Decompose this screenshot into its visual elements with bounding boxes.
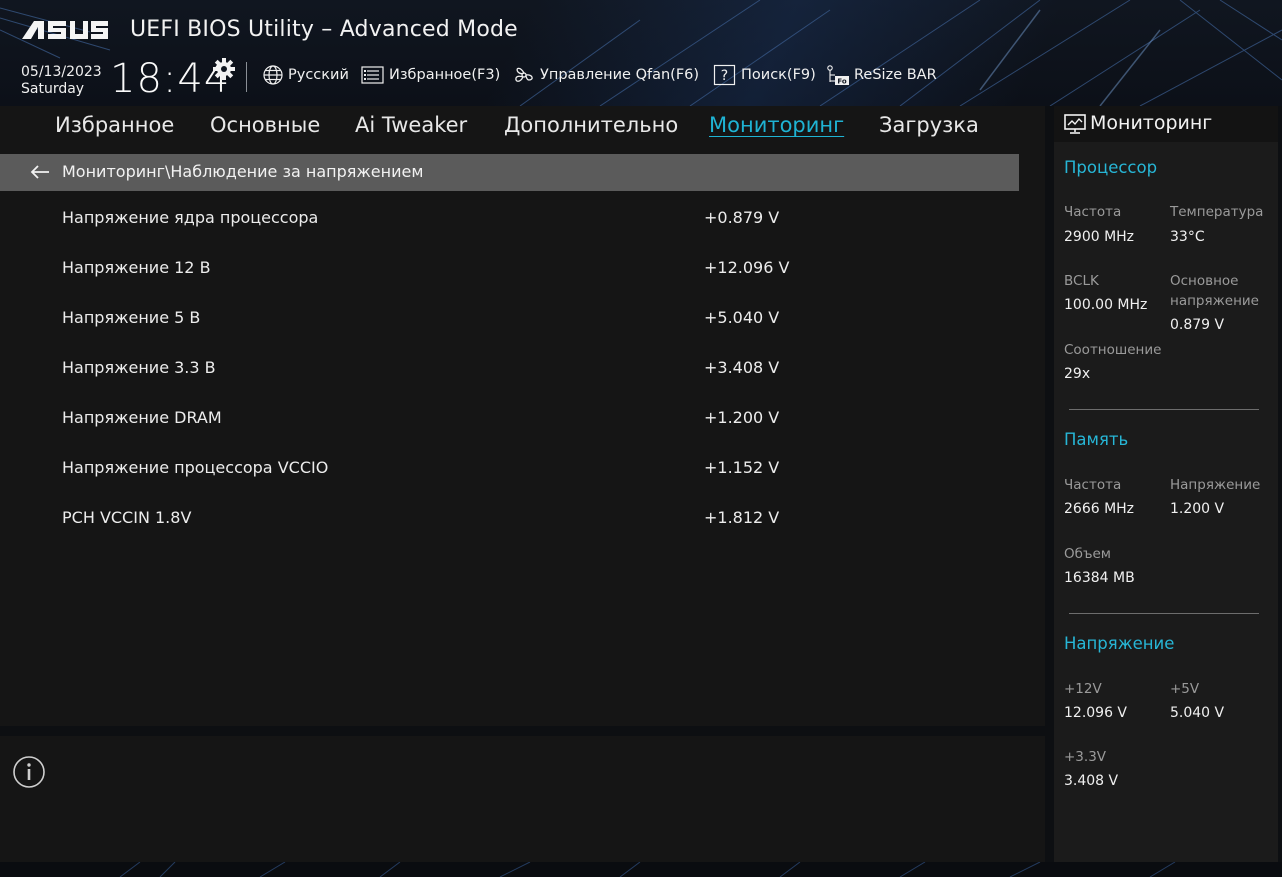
bclk-value: 100.00 MHz — [1064, 297, 1148, 313]
voltage-row-dram[interactable]: Напряжение DRAM +1.200 V — [0, 408, 1019, 458]
main-panel: Мониторинг\Наблюдение за напряжением Нап… — [0, 154, 1045, 726]
voltage-label: Напряжение DRAM — [62, 408, 222, 427]
voltage-row-12v[interactable]: Напряжение 12 В +12.096 V — [0, 258, 1019, 308]
mem-voltage-value: 1.200 V — [1170, 501, 1225, 517]
cpu-freq-value: 2900 MHz — [1064, 229, 1135, 245]
qfan-label: Управление Qfan(F6) — [540, 67, 700, 83]
mem-freq-value: 2666 MHz — [1064, 501, 1135, 517]
tab-boot[interactable]: Загрузка — [879, 113, 979, 137]
language-label: Русский — [288, 67, 349, 83]
gear-icon[interactable] — [212, 57, 236, 81]
help-info-panel — [0, 736, 1045, 862]
favorites-icon — [361, 66, 384, 84]
ratio-value: 29x — [1064, 366, 1091, 382]
main-tabs: Избранное Основные Ai Tweaker Дополнител… — [0, 106, 1045, 154]
bottom-background-pattern — [119, 862, 1176, 877]
cpu-freq-label: Частота — [1064, 204, 1122, 220]
tab-monitor[interactable]: Мониторинг — [709, 113, 844, 137]
favorites-button[interactable]: Избранное(F3) — [361, 65, 500, 85]
resize-bar-icon: Fo — [827, 65, 849, 86]
hardware-monitor-panel: Мониторинг Процессор Частота 2900 MHz Те… — [1054, 106, 1278, 862]
monitor-divider — [1069, 409, 1259, 410]
v33-value: 3.408 V — [1064, 773, 1119, 789]
voltage-label: Напряжение 5 В — [62, 308, 201, 327]
globe-icon — [263, 65, 283, 85]
v12-label: +12V — [1064, 681, 1102, 697]
core-voltage-label-line1: Основное — [1170, 273, 1239, 289]
monitor-divider — [1069, 613, 1259, 614]
cpu-temp-value: 33°C — [1170, 229, 1205, 245]
search-icon: ? — [713, 64, 736, 86]
back-arrow-icon[interactable] — [30, 165, 50, 179]
app-title: UEFI BIOS Utility – Advanced Mode — [130, 17, 518, 42]
search-button[interactable]: ? Поиск(F9) — [713, 64, 816, 86]
voltage-value: +12.096 V — [704, 258, 790, 277]
voltage-value: +1.812 V — [704, 508, 780, 527]
voltage-value: +0.879 V — [704, 208, 780, 227]
svg-text:?: ? — [721, 68, 728, 84]
voltage-row-vccio[interactable]: Напряжение процессора VCCIO +1.152 V — [0, 458, 1019, 508]
voltage-label: Напряжение ядра процессора — [62, 208, 319, 227]
day-text: Saturday — [21, 81, 85, 97]
mem-size-label: Объем — [1064, 546, 1111, 562]
voltage-label: Напряжение процессора VCCIO — [62, 458, 329, 477]
date-display: 05/13/2023 Saturday — [21, 64, 102, 98]
mem-freq-label: Частота — [1064, 477, 1122, 493]
voltage-value: +1.200 V — [704, 408, 780, 427]
memory-section-title: Память — [1064, 430, 1129, 449]
cpu-temp-label: Температура — [1170, 204, 1264, 220]
mem-voltage-label: Напряжение — [1170, 477, 1261, 493]
header-bar: UEFI BIOS Utility – Advanced Mode 05/13/… — [0, 0, 1282, 106]
tab-main[interactable]: Основные — [210, 113, 320, 137]
ratio-label: Соотношение — [1064, 342, 1162, 358]
monitor-header: Мониторинг — [1054, 106, 1278, 142]
v5-label: +5V — [1170, 681, 1200, 697]
cpu-section-title: Процессор — [1064, 158, 1158, 177]
favorites-label: Избранное(F3) — [389, 67, 501, 83]
resize-bar-button[interactable]: Fo ReSize BAR — [826, 65, 937, 86]
breadcrumb[interactable]: Мониторинг\Наблюдение за напряжением — [0, 154, 1019, 191]
voltage-label: PCH VCCIN 1.8V — [62, 508, 192, 527]
monitor-title: Мониторинг — [1090, 112, 1213, 134]
tab-advanced[interactable]: Дополнительно — [504, 113, 678, 137]
monitor-icon — [1064, 114, 1086, 134]
v12-value: 12.096 V — [1064, 705, 1128, 721]
voltage-value: +1.152 V — [704, 458, 780, 477]
voltage-section-title: Напряжение — [1064, 634, 1175, 653]
voltage-value: +5.040 V — [704, 308, 780, 327]
voltage-row-5v[interactable]: Напряжение 5 В +5.040 V — [0, 308, 1019, 358]
core-voltage-value: 0.879 V — [1170, 317, 1225, 333]
bclk-label: BCLK — [1064, 273, 1099, 289]
voltage-row-pch-vccin[interactable]: PCH VCCIN 1.8V +1.812 V — [0, 508, 1019, 558]
search-label: Поиск(F9) — [741, 67, 816, 83]
bottom-decor-strip — [0, 862, 1282, 877]
voltage-row-cpu-core[interactable]: Напряжение ядра процессора +0.879 V — [0, 208, 1019, 258]
qfan-button[interactable]: Управление Qfan(F6) — [512, 65, 699, 85]
breadcrumb-path: Мониторинг\Наблюдение за напряжением — [62, 162, 424, 181]
date-text: 05/13/2023 — [21, 64, 102, 80]
info-icon — [13, 756, 45, 788]
voltage-row-3v3[interactable]: Напряжение 3.3 В +3.408 V — [0, 358, 1019, 408]
voltage-label: Напряжение 12 В — [62, 258, 211, 277]
language-button[interactable]: Русский — [262, 65, 349, 85]
fan-icon — [515, 67, 533, 82]
mem-size-value: 16384 MB — [1064, 570, 1135, 586]
voltage-value: +3.408 V — [704, 358, 780, 377]
voltage-label: Напряжение 3.3 В — [62, 358, 216, 377]
v33-label: +3.3V — [1064, 749, 1107, 765]
tab-favorites[interactable]: Избранное — [55, 113, 174, 137]
svg-text:Fo: Fo — [837, 78, 846, 86]
core-voltage-label-line2: напряжение — [1170, 293, 1259, 309]
v5-value: 5.040 V — [1170, 705, 1225, 721]
header-separator — [246, 62, 247, 92]
resize-bar-label: ReSize BAR — [854, 67, 937, 83]
tab-ai-tweaker[interactable]: Ai Tweaker — [355, 113, 467, 137]
asus-logo — [22, 21, 108, 39]
